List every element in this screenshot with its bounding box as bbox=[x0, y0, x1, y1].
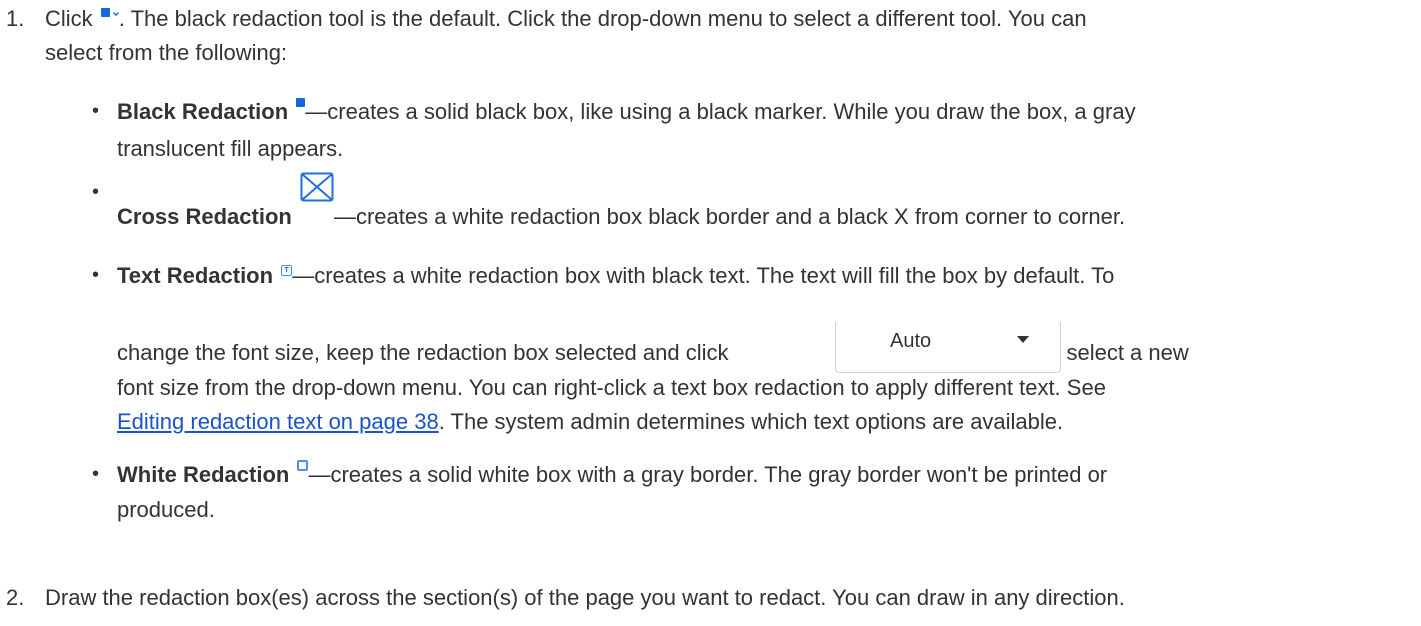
item-title: Cross Redaction bbox=[117, 204, 292, 229]
step-text-continued: select from the following: bbox=[45, 40, 288, 65]
step-text: Click . The black redaction tool is the … bbox=[45, 6, 1087, 31]
bullet-dot: • bbox=[92, 100, 100, 122]
step-number: 1. bbox=[6, 6, 25, 31]
help-document: 1. Click . The black redaction tool is t… bbox=[0, 0, 1421, 626]
cross-redaction-icon bbox=[300, 172, 334, 202]
blue-square-dropdown-icon bbox=[100, 8, 110, 17]
text-redaction-icon: T bbox=[281, 265, 293, 276]
step-number: 2. bbox=[6, 585, 25, 610]
black-redaction-icon bbox=[296, 98, 306, 107]
editing-redaction-text-link[interactable]: Editing redaction text on page 38 bbox=[117, 409, 439, 434]
chevron-down-icon bbox=[112, 12, 119, 16]
step-text: Draw the redaction box(es) across the se… bbox=[45, 585, 1125, 610]
font-size-value: Auto bbox=[890, 330, 932, 352]
item-title: Black Redaction bbox=[117, 99, 289, 124]
font-size-select[interactable]: Auto bbox=[835, 322, 1061, 373]
item-title: Text Redaction bbox=[117, 263, 274, 288]
item-title: White Redaction bbox=[117, 462, 290, 487]
bullet-dot: • bbox=[92, 463, 100, 485]
white-redaction-icon bbox=[297, 460, 309, 471]
bullet-dot: • bbox=[92, 264, 100, 286]
bullet-dot: • bbox=[92, 181, 100, 203]
caret-down-icon bbox=[1017, 336, 1029, 343]
